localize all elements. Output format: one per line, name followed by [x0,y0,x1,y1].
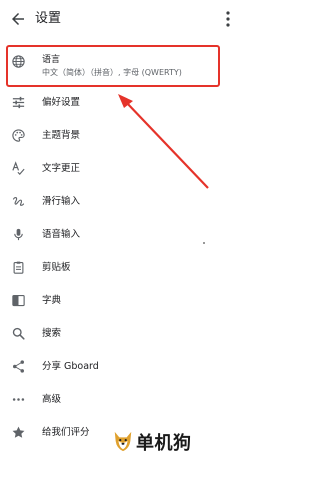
more-horiz-icon [12,398,25,401]
app-bar: 设置 [0,0,243,40]
dictionary-icon [12,294,25,307]
settings-item-label: 分享 Gboard [42,361,99,372]
settings-item-label: 给我们评分 [42,427,90,438]
settings-item-label: 剪贴板 [42,262,71,273]
palette-icon [12,129,25,142]
settings-item-label: 高级 [42,394,62,405]
highlight-box [6,45,220,87]
mic-icon [14,228,23,241]
tune-icon [12,96,25,109]
more-vert-icon[interactable] [222,10,234,28]
settings-item-preferences[interactable]: 偏好设置 [0,86,243,119]
settings-item-dictionary[interactable]: 字典 [0,284,243,317]
spellcheck-icon [12,161,25,175]
share-icon [13,360,24,373]
settings-item-share[interactable]: 分享 Gboard [0,350,243,383]
search-icon [12,327,25,340]
star-icon [12,426,25,438]
dog-logo-icon [114,431,132,452]
page-title: 设置 [35,11,62,26]
settings-item-label: 语音输入 [42,229,81,240]
clipboard-icon [13,261,24,274]
settings-item-advanced[interactable]: 高级 [0,383,243,416]
settings-item-label: 文字更正 [42,163,81,174]
settings-item-glide-typing[interactable]: 滑行输入 [0,185,243,218]
stray-dot [203,242,205,244]
watermark: 单机狗 [112,424,240,468]
settings-item-label: 搜索 [42,328,62,339]
settings-item-label: 滑行输入 [42,196,81,207]
settings-item-label: 主题背景 [42,130,81,141]
settings-item-theme[interactable]: 主题背景 [0,119,243,152]
back-arrow-icon[interactable] [9,10,27,28]
settings-item-text-correction[interactable]: 文字更正 [0,152,243,185]
settings-item-clipboard[interactable]: 剪贴板 [0,251,243,284]
watermark-text: 单机狗 [136,433,192,454]
settings-item-voice-input[interactable]: 语音输入 [0,218,243,251]
settings-item-label: 偏好设置 [42,97,81,108]
gesture-icon [12,197,25,206]
settings-item-search[interactable]: 搜索 [0,317,243,350]
settings-item-label: 字典 [42,295,62,306]
